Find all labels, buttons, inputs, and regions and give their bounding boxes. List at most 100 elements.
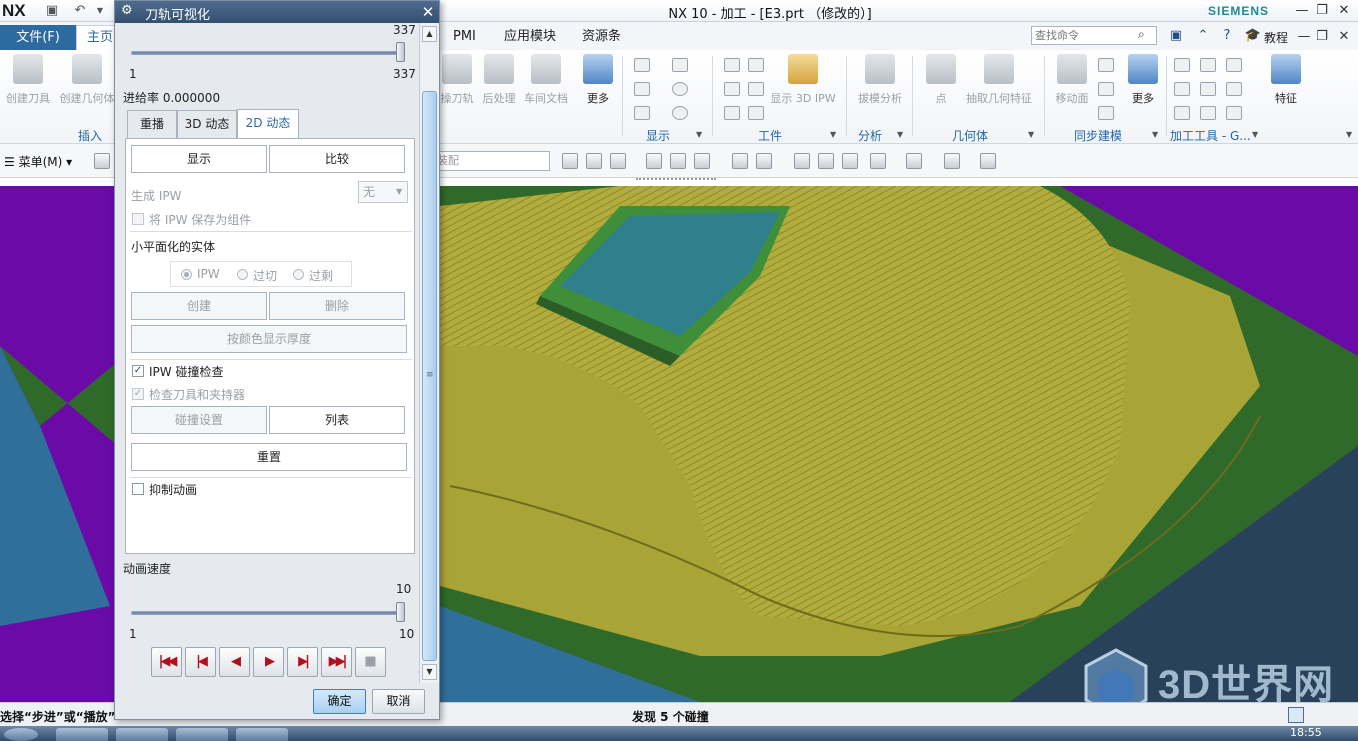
sync-b-icon[interactable] (1098, 82, 1114, 96)
step-forward-button[interactable]: ▶| (287, 647, 318, 677)
tab-2d-dynamic[interactable]: 2D 动态 (237, 109, 299, 139)
create-button[interactable]: 创建 (131, 292, 267, 320)
ok-button[interactable]: 确定 (313, 689, 366, 714)
view-a-icon[interactable] (794, 153, 810, 169)
scroll-down-icon[interactable]: ▼ (422, 664, 437, 680)
display-path-icon[interactable] (672, 58, 688, 72)
snap-e-icon[interactable] (670, 153, 686, 169)
workpiece-b-icon[interactable] (748, 58, 764, 72)
snap-b-icon[interactable] (586, 153, 602, 169)
show-3d-ipw-button[interactable]: 显示 3D IPW (770, 54, 836, 106)
workpiece-c-icon[interactable] (724, 82, 740, 96)
more-button-1[interactable]: 更多 (580, 54, 616, 106)
compare-button[interactable]: 比较 (269, 145, 405, 173)
display-edit-icon[interactable] (634, 82, 650, 96)
orient-icon[interactable] (980, 153, 996, 169)
taskbar-folder-icon[interactable] (116, 728, 168, 741)
generate-ipw-select[interactable]: 无 ▼ (358, 181, 408, 203)
tab-replay[interactable]: 重播 (127, 110, 177, 138)
ipw-collision-check-checkbox[interactable]: ✓ (132, 365, 144, 377)
help-icon[interactable]: ? (1218, 27, 1236, 45)
cancel-button[interactable]: 取消 (372, 689, 425, 714)
save-icon[interactable]: ▣ (44, 3, 60, 19)
workpiece-f-icon[interactable] (748, 106, 764, 120)
point-button[interactable]: 点 (926, 54, 956, 106)
snap-a-icon[interactable] (562, 153, 578, 169)
analysis-dropdown-icon[interactable]: ▼ (897, 130, 903, 139)
mach-i-icon[interactable] (1226, 106, 1242, 120)
start-button-icon[interactable] (4, 728, 38, 741)
dialog-close-icon[interactable]: ✕ (417, 1, 439, 23)
mach-f-icon[interactable] (1226, 82, 1242, 96)
sync-a-icon[interactable] (1098, 58, 1114, 72)
create-tool-button[interactable]: 创建刀具 (4, 54, 52, 106)
reset-button[interactable]: 重置 (131, 443, 407, 471)
scroll-thumb[interactable]: ≡ (422, 91, 437, 661)
taskbar-browser-icon[interactable] (56, 728, 108, 741)
tab-resource-bar[interactable]: 资源条 (582, 27, 621, 47)
display-center-icon[interactable] (672, 82, 688, 96)
view-b-icon[interactable] (818, 153, 834, 169)
snap-c-icon[interactable] (610, 153, 626, 169)
close-icon[interactable]: ✕ (1334, 2, 1354, 20)
filter-icon[interactable] (94, 153, 110, 169)
go-to-start-button[interactable]: |◀◀ (151, 647, 182, 677)
draft-analysis-button[interactable]: 拔模分析 (854, 54, 906, 106)
assembly-filter-select[interactable]: 装配 (432, 151, 550, 171)
cube-icon[interactable] (944, 153, 960, 169)
create-geometry-button[interactable]: 创建几何体 (56, 54, 118, 106)
move-face-button[interactable]: 移动面 (1052, 54, 1092, 106)
undo-icon[interactable]: ↶ (72, 3, 88, 19)
mach-c-icon[interactable] (1226, 58, 1242, 72)
thickness-by-color-button[interactable]: 按颜色显示厚度 (131, 325, 407, 353)
collapse-ribbon-icon[interactable]: ⌃ (1194, 27, 1212, 45)
dialog-title-bar[interactable]: ⚙ 刀轨可视化 ✕ (115, 1, 439, 23)
tutorial-icon[interactable]: 🎓 (1244, 27, 1262, 45)
doc-minimize-icon[interactable]: — (1294, 28, 1314, 46)
gear-icon[interactable]: ⚙ (121, 3, 133, 18)
display-tool-icon[interactable] (634, 58, 650, 72)
tab-3d-dynamic[interactable]: 3D 动态 (177, 110, 237, 138)
list-button[interactable]: 列表 (269, 406, 405, 434)
display-dropdown-icon[interactable]: ▼ (696, 130, 702, 139)
search-icon[interactable]: ⌕ (1138, 27, 1145, 42)
workpiece-e-icon[interactable] (724, 106, 740, 120)
show-button[interactable]: 显示 (131, 145, 267, 173)
save-ipw-component-checkbox[interactable] (132, 213, 144, 225)
shade-b-icon[interactable] (756, 153, 772, 169)
window-list-icon[interactable]: ▣ (1167, 27, 1185, 45)
undo-dropdown-icon[interactable]: ▼ (92, 3, 108, 19)
sync-c-icon[interactable] (1098, 106, 1114, 120)
step-back-button[interactable]: |◀ (185, 647, 216, 677)
mach-b-icon[interactable] (1200, 58, 1216, 72)
suppress-animation-checkbox[interactable] (132, 483, 144, 495)
restore-icon[interactable]: ❐ (1312, 2, 1332, 20)
doc-restore-icon[interactable]: ❐ (1312, 28, 1332, 46)
doc-close-icon[interactable]: ✕ (1334, 28, 1354, 46)
tool-path-button[interactable]: 操刀轨 (440, 54, 474, 106)
post-process-button[interactable]: 后处理 (478, 54, 520, 106)
sync-dropdown-icon[interactable]: ▼ (1152, 130, 1158, 139)
menu-button[interactable]: ☰ 菜单(M) ▾ (4, 153, 72, 170)
workpiece-dropdown-icon[interactable]: ▼ (830, 130, 836, 139)
workpiece-a-icon[interactable] (724, 58, 740, 72)
shade-a-icon[interactable] (732, 153, 748, 169)
tab-pmi[interactable]: PMI (453, 27, 476, 47)
radio-excess[interactable] (293, 269, 304, 280)
tab-applications[interactable]: 应用模块 (504, 27, 556, 47)
display-curve-icon[interactable] (672, 106, 688, 120)
ribbon-expand-icon[interactable]: ▼ (1346, 130, 1352, 139)
shop-doc-button[interactable]: 车间文档 (522, 54, 570, 106)
mach-g-icon[interactable] (1174, 106, 1190, 120)
delete-button[interactable]: 删除 (269, 292, 405, 320)
status-window-icon[interactable] (1288, 707, 1304, 723)
tab-file[interactable]: 文件(F) (0, 25, 76, 50)
taskbar-nx-icon[interactable] (236, 728, 288, 741)
extract-geometry-button[interactable]: 抽取几何特征 (964, 54, 1034, 106)
box-select-icon[interactable] (694, 153, 710, 169)
layout-icon[interactable] (870, 153, 886, 169)
speed-slider-track[interactable] (131, 611, 405, 615)
mach-e-icon[interactable] (1200, 82, 1216, 96)
snap-d-icon[interactable] (646, 153, 662, 169)
collision-settings-button[interactable]: 碰撞设置 (131, 406, 267, 434)
